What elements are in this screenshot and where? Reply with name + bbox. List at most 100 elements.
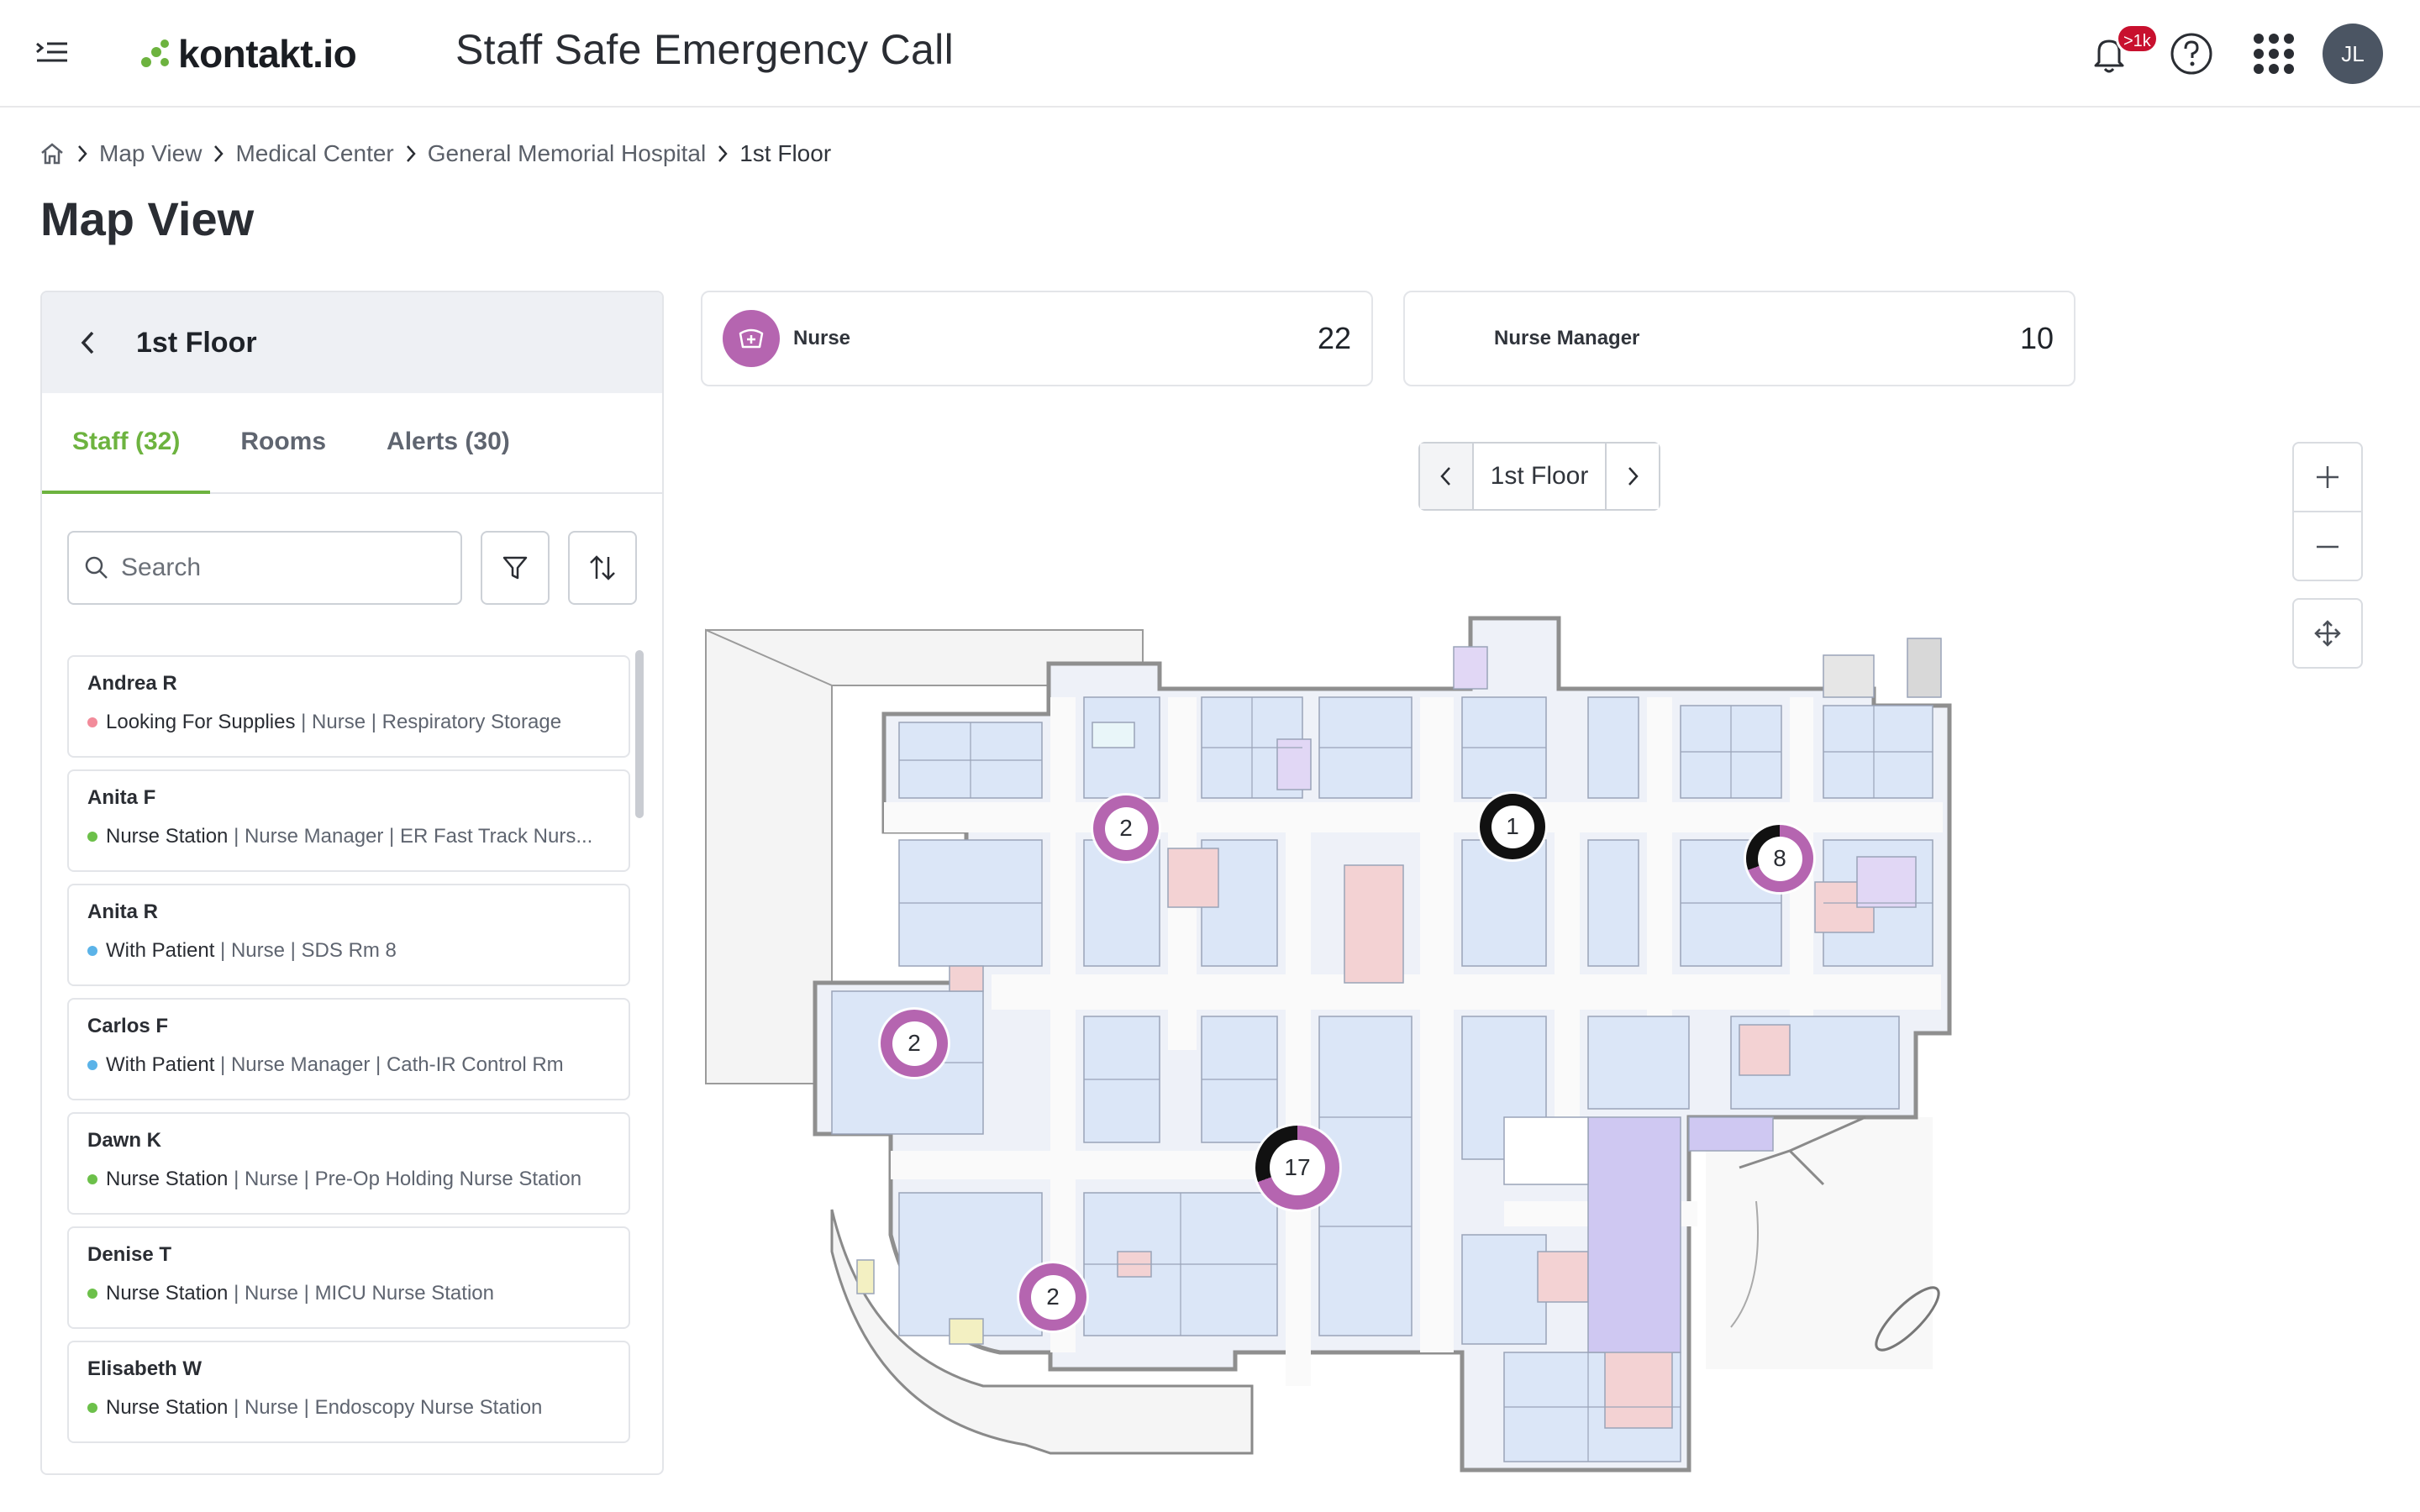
search-icon (85, 556, 108, 579)
counter-value: 22 (1317, 321, 1351, 355)
page-title: Map View (40, 192, 255, 245)
chevron-right-icon (1628, 467, 1639, 486)
staff-detail: With Patient | Nurse | SDS Rm 8 (87, 939, 610, 963)
cluster-count: 8 (1757, 836, 1802, 881)
zoom-in-button[interactable] (2294, 444, 2361, 512)
staff-name: Anita F (87, 786, 156, 809)
staff-list-item[interactable]: Andrea R Looking For Supplies | Nurse | R… (67, 655, 630, 758)
staff-list-item[interactable]: Anita R With Patient | Nurse | SDS Rm 8 (67, 884, 630, 986)
previous-floor-button[interactable] (1420, 444, 1474, 509)
staff-cluster-marker[interactable]: 8 (1746, 825, 1813, 892)
notification-count-badge: >1k (2116, 24, 2159, 54)
staff-detail: Nurse Station | Nurse | Pre-Op Holding N… (87, 1168, 610, 1191)
breadcrumb-hospital[interactable]: General Memorial Hospital (428, 140, 706, 167)
cluster-count: 2 (1104, 806, 1148, 850)
panel-tabs: Staff (32) Rooms Alerts (30) (42, 393, 662, 494)
staff-list-item[interactable]: Denise T Nurse Station | Nurse | MICU Nur… (67, 1226, 630, 1329)
nurse-counter-card[interactable]: Nurse 22 (701, 291, 1373, 386)
chevron-right-icon (706, 134, 739, 173)
sort-button[interactable] (568, 531, 637, 605)
chevron-right-icon (394, 134, 428, 173)
current-floor-label: 1st Floor (1490, 462, 1589, 490)
chevron-left-icon (81, 331, 94, 354)
chevron-left-icon (1440, 467, 1450, 486)
help-icon (2170, 33, 2212, 75)
staff-name: Elisabeth W (87, 1357, 203, 1380)
staff-status: Looking For Supplies (106, 711, 296, 733)
list-scrollbar[interactable] (635, 650, 644, 818)
staff-name: Anita R (87, 900, 158, 923)
staff-role-location: | Nurse | Endoscopy Nurse Station (228, 1396, 543, 1419)
search-field[interactable] (67, 531, 462, 605)
breadcrumb-map-view[interactable]: Map View (99, 140, 202, 167)
staff-cluster-marker[interactable]: 17 (1255, 1126, 1339, 1210)
floor-switcher: 1st Floor (1418, 442, 1660, 511)
cluster-count: 17 (1270, 1140, 1325, 1195)
notifications-button[interactable]: >1k (2084, 24, 2159, 79)
counter-label: Nurse (793, 327, 851, 349)
staff-list: Andrea R Looking For Supplies | Nurse | R… (67, 655, 632, 1462)
staff-detail: Nurse Station | Nurse | Endoscopy Nurse … (87, 1396, 610, 1420)
breadcrumb-floor: 1st Floor (739, 140, 832, 166)
staff-name: Dawn K (87, 1129, 162, 1152)
home-icon[interactable] (39, 140, 66, 167)
move-icon (2314, 620, 2341, 647)
staff-list-item[interactable]: Dawn K Nurse Station | Nurse | Pre-Op Hol… (67, 1112, 630, 1215)
cluster-count: 2 (1030, 1274, 1076, 1320)
staff-cluster-marker[interactable]: 2 (881, 1010, 948, 1077)
sort-icon (590, 555, 615, 580)
logo-text: kontakt.io (178, 32, 357, 76)
staff-cluster-marker[interactable]: 1 (1480, 794, 1545, 859)
user-avatar[interactable]: JL (2323, 24, 2383, 84)
staff-list-item[interactable]: Anita F Nurse Station | Nurse Manager | E… (67, 769, 630, 872)
staff-list-item[interactable]: Elisabeth W Nurse Station | Nurse | Endos… (67, 1341, 630, 1443)
chevron-right-icon (66, 134, 99, 173)
staff-cluster-marker[interactable]: 2 (1093, 795, 1159, 861)
next-floor-button[interactable] (1605, 444, 1659, 509)
filter-icon (502, 556, 528, 580)
recenter-button[interactable] (2292, 598, 2363, 669)
back-button[interactable] (67, 322, 109, 364)
status-dot (87, 1060, 97, 1070)
logo-mark-icon (141, 39, 169, 67)
status-dot (87, 946, 97, 956)
plus-icon (2317, 466, 2338, 488)
staff-name: Andrea R (87, 672, 177, 695)
staff-role-location: | Nurse Manager | ER Fast Track Nurs... (228, 825, 593, 848)
staff-status: Nurse Station (106, 1282, 229, 1305)
counter-value: 10 (2019, 321, 2054, 355)
tab-alerts[interactable]: Alerts (30) (356, 391, 540, 492)
panel-title: 1st Floor (136, 326, 257, 359)
zoom-controls (2292, 442, 2363, 581)
search-row (67, 531, 637, 605)
staff-status: Nurse Station (106, 1396, 229, 1419)
staff-role-location: | Nurse Manager | Cath-IR Control Rm (214, 1053, 564, 1076)
tab-staff[interactable]: Staff (32) (42, 391, 211, 494)
staff-detail: Nurse Station | Nurse | MICU Nurse Stati… (87, 1282, 610, 1305)
staff-status: With Patient (106, 1053, 215, 1076)
staff-cluster-marker[interactable]: 2 (1019, 1263, 1086, 1331)
staff-role-location: | Nurse | Respiratory Storage (295, 711, 562, 733)
tab-rooms[interactable]: Rooms (210, 391, 356, 492)
floor-panel: 1st Floor Staff (32) Rooms Alerts (30) A… (40, 291, 664, 1475)
zoom-out-button[interactable] (2294, 512, 2361, 581)
breadcrumb-medical-center[interactable]: Medical Center (235, 140, 393, 167)
nurse-manager-counter-card[interactable]: Nurse Manager 10 (1403, 291, 2075, 386)
staff-role-location: | Nurse | MICU Nurse Station (228, 1282, 494, 1305)
top-bar: kontakt.io Staff Safe Emergency Call >1k… (0, 0, 2420, 108)
kontakt-logo[interactable]: kontakt.io (141, 29, 357, 79)
nurse-icon (723, 310, 780, 367)
counter-label: Nurse Manager (1494, 327, 1640, 349)
staff-list-item[interactable]: Carlos F With Patient | Nurse Manager | C… (67, 998, 630, 1100)
help-button[interactable] (2166, 29, 2217, 79)
chevron-right-icon (202, 134, 235, 173)
staff-status: Nurse Station (106, 825, 229, 848)
app-launcher-button[interactable] (2249, 29, 2299, 79)
status-dot (87, 832, 97, 842)
search-input[interactable] (121, 554, 440, 582)
menu-collapse-icon[interactable] (34, 37, 71, 71)
grid-icon (2254, 34, 2294, 74)
cluster-count: 1 (1491, 805, 1534, 848)
filter-button[interactable] (481, 531, 550, 605)
status-dot (87, 1174, 97, 1184)
